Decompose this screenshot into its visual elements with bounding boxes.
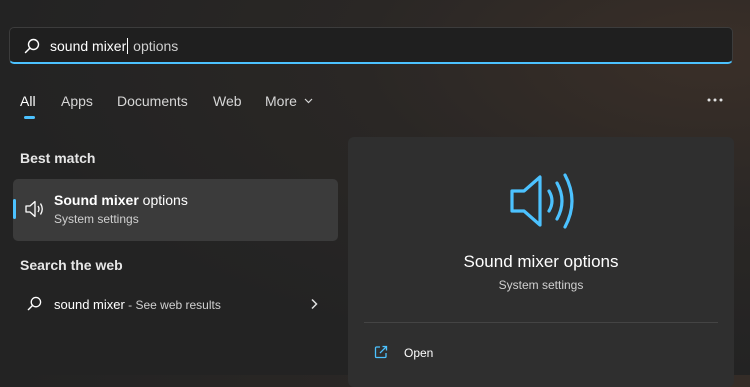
- search-suggestion-text: options: [129, 38, 179, 54]
- best-match-title: Sound mixer options: [54, 192, 188, 208]
- web-query: sound mixer: [54, 297, 125, 312]
- tab-all[interactable]: All: [20, 93, 36, 109]
- active-tab-indicator: [24, 116, 35, 119]
- best-match-title-rest: options: [138, 192, 188, 208]
- best-match-subtitle: System settings: [54, 212, 139, 226]
- preview-subtitle: System settings: [498, 278, 584, 292]
- tab-apps[interactable]: Apps: [61, 93, 93, 109]
- web-suffix: - See web results: [124, 298, 221, 312]
- external-link-icon: [374, 345, 388, 359]
- chevron-down-icon: [304, 98, 313, 104]
- tab-more-label: More: [265, 93, 297, 109]
- search-web-heading: Search the web: [20, 257, 123, 273]
- open-label: Open: [404, 346, 434, 360]
- selection-indicator: [13, 199, 16, 219]
- web-result-row[interactable]: sound mixer - See web results: [13, 290, 338, 320]
- search-icon: [27, 296, 42, 311]
- ellipsis-icon[interactable]: [707, 90, 723, 110]
- search-typed-text: sound mixer: [50, 38, 127, 54]
- search-input[interactable]: sound mixer options: [50, 37, 178, 55]
- search-icon: [24, 38, 40, 54]
- web-result-text: sound mixer - See web results: [54, 297, 221, 312]
- chevron-right-icon[interactable]: [309, 298, 319, 310]
- tab-documents[interactable]: Documents: [117, 93, 188, 109]
- best-match-heading: Best match: [20, 150, 96, 166]
- divider: [364, 322, 718, 323]
- speaker-icon: [25, 200, 43, 218]
- tab-more[interactable]: More: [265, 93, 313, 109]
- tab-web[interactable]: Web: [213, 93, 242, 109]
- speaker-icon: [510, 173, 574, 229]
- open-action[interactable]: Open: [374, 343, 574, 363]
- best-match-title-bold: Sound mixer: [54, 192, 139, 208]
- preview-title: Sound mixer options: [463, 252, 619, 271]
- preview-panel: Sound mixer options System settings Open: [348, 137, 734, 387]
- best-match-result[interactable]: Sound mixer options System settings: [13, 179, 338, 241]
- search-box[interactable]: sound mixer options: [9, 27, 733, 64]
